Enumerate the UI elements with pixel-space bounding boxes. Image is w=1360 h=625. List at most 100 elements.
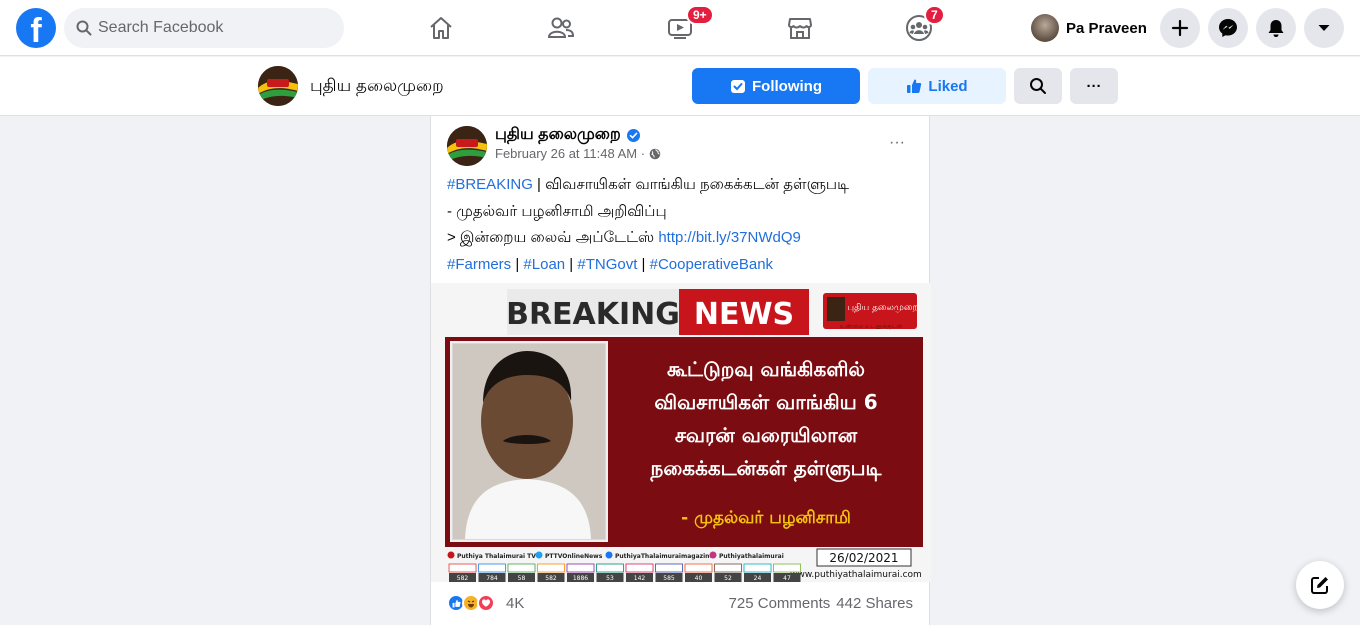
- social-twitter: PTTVOnlineNews: [545, 553, 603, 560]
- channel-number: 585: [663, 575, 675, 582]
- search-input[interactable]: [98, 19, 318, 37]
- channel-logo: [655, 563, 683, 573]
- messenger-icon: [1219, 19, 1237, 37]
- friends-tab[interactable]: [541, 8, 581, 48]
- page-header: புதிய தலைமுறை Following Liked ···: [0, 57, 1360, 116]
- post-line-2: - முதல்வர் பழனிசாமி அறிவிப்பு: [447, 202, 667, 220]
- compose-icon: [1311, 577, 1328, 594]
- love-reaction-icon: [477, 594, 495, 612]
- channel-number: 40: [695, 575, 703, 582]
- channel-number: 1886: [573, 575, 588, 582]
- channel-logo: [743, 563, 772, 573]
- messenger-button[interactable]: [1208, 8, 1248, 48]
- profile-name: Pa Praveen: [1066, 19, 1147, 37]
- channel-number: 58: [518, 575, 526, 582]
- comments-count[interactable]: 725 Comments: [729, 595, 831, 612]
- notifications-icon: [1268, 20, 1284, 37]
- channel-number: 52: [724, 575, 732, 582]
- post-text: #BREAKING | விவசாயிகள் வாங்கிய நகைக்கடன்…: [447, 172, 917, 278]
- reaction-count: 4K: [506, 594, 525, 612]
- puthiya-thalaimurai-logo: [447, 126, 487, 166]
- hashtag-loan[interactable]: #Loan: [523, 256, 565, 273]
- post-line-3: > இன்றைய லைவ் அப்டேட்ஸ்: [447, 229, 659, 246]
- post-meta: February 26 at 11:48 AM ·: [495, 146, 661, 161]
- channel-logo: [773, 563, 801, 573]
- post-stats: 725 Comments 442 Shares: [729, 595, 913, 612]
- page-more-button[interactable]: ···: [1070, 68, 1118, 104]
- post-line-1: | விவசாயிகள் வாங்கிய நகைக்கடன் தள்ளுபடி: [532, 176, 850, 193]
- post-image[interactable]: BREAKING NEWS புதிய தலைமுறை உண்மை உடனுக்…: [431, 283, 931, 582]
- hashtag-farmers[interactable]: #Farmers: [447, 256, 511, 273]
- hashtag-breaking[interactable]: #BREAKING: [447, 176, 533, 193]
- notifications-button[interactable]: [1256, 8, 1296, 48]
- thumbs-up-icon: [907, 79, 922, 93]
- page-title: புதிய தலைமுறை: [310, 76, 444, 95]
- globe-icon: [649, 148, 661, 159]
- brand-text: புதிய தலைமுறை: [847, 303, 918, 313]
- social-facebook: PuthiyaThalaimuraimagazine: [615, 553, 714, 560]
- verified-badge-icon: [626, 128, 640, 142]
- post-options-button[interactable]: ···: [881, 130, 913, 156]
- channel-logo: [478, 563, 506, 573]
- post-author-avatar[interactable]: [447, 126, 487, 166]
- page-search-button[interactable]: [1014, 68, 1062, 104]
- facebook-logo[interactable]: f: [16, 8, 56, 48]
- channel-number: 582: [457, 575, 469, 582]
- graphic-date: 26/02/2021: [829, 551, 898, 565]
- following-button[interactable]: Following: [692, 68, 860, 104]
- shares-count[interactable]: 442 Shares: [836, 595, 913, 612]
- liked-button[interactable]: Liked: [868, 68, 1006, 104]
- channel-logo: [596, 563, 624, 573]
- liked-label: Liked: [928, 77, 968, 95]
- graphic-website: www.puthiyathalaimurai.com: [790, 570, 922, 580]
- search-icon: [1030, 78, 1046, 94]
- channel-logo: [714, 563, 742, 573]
- headline-line-3: சவரன் வரையிலான: [675, 423, 858, 447]
- headline-line-2: விவசாயிகள் வாங்கிய 6: [654, 390, 877, 414]
- reactions-summary[interactable]: 4K: [447, 594, 524, 612]
- avatar: [1031, 14, 1059, 42]
- channel-logo: [684, 563, 713, 573]
- social-instagram: Puthiyathalaimurai: [719, 553, 784, 560]
- account-menu-button[interactable]: [1304, 8, 1344, 48]
- channel-number: 24: [754, 575, 762, 582]
- search-box[interactable]: [64, 8, 344, 48]
- channel-logo: [507, 563, 536, 573]
- home-tab[interactable]: [421, 8, 461, 48]
- channel-number: 142: [634, 575, 646, 582]
- post-timestamp[interactable]: February 26 at 11:48 AM ·: [495, 146, 645, 161]
- puthiya-thalaimurai-logo: [258, 66, 298, 106]
- search-icon: [76, 20, 92, 36]
- social-tv: Puthiya Thalaimurai TV: [457, 553, 536, 560]
- friends-icon: [547, 17, 575, 38]
- brand-tagline: உண்மை உடனுக்குடன்: [840, 323, 903, 331]
- breaking-news-graphic: BREAKING NEWS புதிய தலைமுறை உண்மை உடனுக்…: [431, 283, 931, 582]
- marketplace-icon: [788, 18, 812, 39]
- profile-link[interactable]: Pa Praveen: [1026, 10, 1147, 46]
- top-navigation: f 9+ 7 Pa Praveen: [0, 0, 1360, 56]
- watch-badge: 9+: [686, 5, 714, 25]
- channel-logo: [537, 563, 565, 573]
- post-card: புதிய தலைமுறை February 26 at 11:48 AM · …: [430, 116, 931, 625]
- marketplace-tab[interactable]: [780, 8, 820, 48]
- post-author: புதிய தலைமுறை: [495, 125, 640, 145]
- hashtag-tngovt[interactable]: #TNGovt: [577, 256, 637, 273]
- new-message-button[interactable]: [1296, 561, 1344, 609]
- post-author-name[interactable]: புதிய தலைமுறை: [495, 125, 621, 145]
- channel-number: 784: [486, 575, 498, 582]
- breaking-text: BREAKING: [506, 297, 680, 332]
- create-button[interactable]: [1160, 8, 1200, 48]
- groups-badge: 7: [924, 5, 945, 25]
- channel-logo: [448, 563, 477, 573]
- channel-logo: [566, 563, 595, 573]
- following-check-icon: [731, 80, 745, 93]
- page-logo[interactable]: [258, 66, 298, 106]
- home-icon: [430, 17, 452, 39]
- hashtag-cooperativebank[interactable]: #CooperativeBank: [650, 256, 773, 273]
- post-link[interactable]: http://bit.ly/37NWdQ9: [658, 229, 801, 246]
- channel-number: 47: [783, 575, 791, 582]
- news-text: NEWS: [694, 297, 794, 332]
- following-label: Following: [752, 77, 822, 95]
- headline-byline: - முதல்வர் பழனிசாமி: [681, 508, 851, 528]
- post-hashtags: #Farmers | #Loan | #TNGovt | #Cooperativ…: [447, 255, 774, 273]
